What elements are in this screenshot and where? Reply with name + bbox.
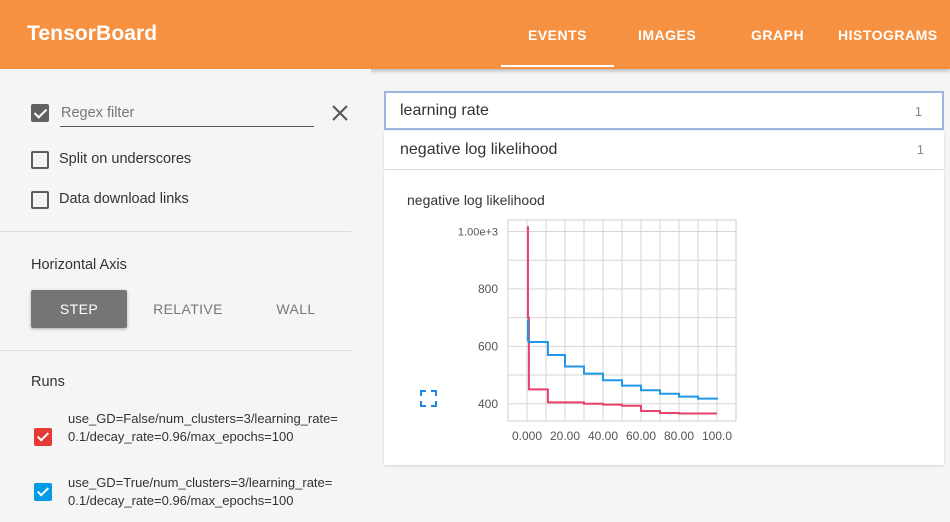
x-tick-label: 60.00 <box>626 429 656 443</box>
regex-underline <box>60 126 314 127</box>
category-negative-log-likelihood[interactable]: negative log likelihood 1 <box>384 131 944 169</box>
x-tick-label: 0.000 <box>512 429 542 443</box>
main-content: learning rate 1 negative log likelihood … <box>371 69 950 522</box>
x-tick-label: 100.0 <box>702 429 732 443</box>
axis-relative-button[interactable]: RELATIVE <box>140 290 236 328</box>
axis-wall-button[interactable]: WALL <box>248 290 344 328</box>
close-icon[interactable] <box>330 103 350 123</box>
divider <box>0 350 351 351</box>
category-learning-rate[interactable]: learning rate 1 <box>384 91 944 130</box>
top-app-bar: TensorBoard EVENTS IMAGES GRAPH HISTOGRA… <box>0 0 950 69</box>
split-underscores-checkbox[interactable] <box>31 151 49 169</box>
x-tick-label: 20.00 <box>550 429 580 443</box>
run-checkbox[interactable] <box>34 483 52 501</box>
data-download-checkbox[interactable] <box>31 191 49 209</box>
tab-images[interactable]: IMAGES <box>638 27 696 43</box>
app-title: TensorBoard <box>27 22 158 45</box>
x-tick-label: 80.00 <box>664 429 694 443</box>
run-label: use_GD=False/num_clusters=3/learning_rat… <box>68 411 338 444</box>
chart-card: negative log likelihood 400 600 800 1.00e+3… <box>384 170 944 465</box>
sidebar: Regex filter Split on underscores Data d… <box>0 69 371 522</box>
data-download-label: Data download links <box>59 191 189 207</box>
tab-graph[interactable]: GRAPH <box>751 27 804 43</box>
chart-svg[interactable]: 400 600 800 1.00e+3 0.000 20.00 40.00 60.00 80.0… <box>384 205 944 445</box>
y-tick-label: 800 <box>478 282 498 296</box>
x-tick-label: 40.00 <box>588 429 618 443</box>
y-tick-label: 600 <box>478 339 498 353</box>
y-tick-label: 400 <box>478 397 498 411</box>
horizontal-axis-title: Horizontal Axis <box>31 257 127 273</box>
fullscreen-icon[interactable] <box>420 390 437 407</box>
run-checkbox[interactable] <box>34 428 52 446</box>
axis-step-button[interactable]: STEP <box>31 290 127 328</box>
tab-events[interactable]: EVENTS <box>500 27 615 67</box>
category-name: learning rate <box>400 102 489 119</box>
regex-filter-input[interactable]: Regex filter <box>61 105 134 121</box>
category-name: negative log likelihood <box>400 141 558 158</box>
runs-title: Runs <box>31 374 65 390</box>
run-label: use_GD=True/num_clusters=3/learning_rate… <box>68 475 333 508</box>
divider <box>0 231 351 232</box>
category-count: 1 <box>914 104 922 119</box>
regex-checkbox[interactable] <box>31 104 49 122</box>
category-count: 1 <box>916 142 924 157</box>
split-underscores-label: Split on underscores <box>59 151 192 167</box>
tab-histograms[interactable]: HISTOGRAMS <box>838 27 938 43</box>
y-tick-label: 1.00e+3 <box>458 226 498 238</box>
